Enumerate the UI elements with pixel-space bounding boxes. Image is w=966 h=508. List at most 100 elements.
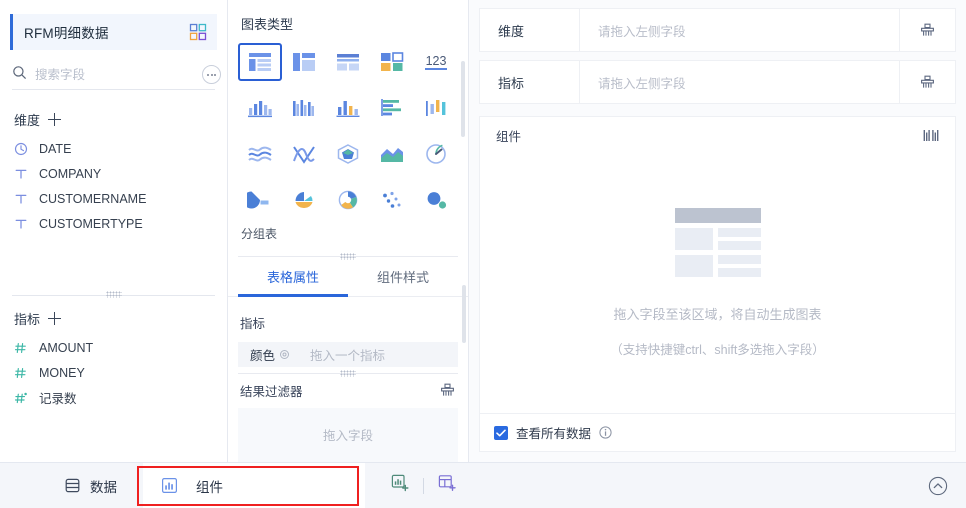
tab-component-style[interactable]: 组件样式	[348, 260, 458, 296]
date-field-icon	[14, 142, 28, 156]
list-item[interactable]: DATE	[0, 136, 227, 161]
add-dimension-icon[interactable]	[48, 112, 62, 126]
metric-shelf-clear-button[interactable]	[899, 61, 955, 103]
chart-type-radar-chart[interactable]	[326, 135, 370, 173]
metric-shelf-placeholder: 请拖入左侧字段	[598, 76, 686, 91]
field-label: DATE	[39, 141, 72, 156]
dataset-header[interactable]: RFM明细数据	[10, 14, 217, 50]
color-slot-row[interactable]: 颜色 拖入一个指标	[238, 341, 458, 368]
chart-type-bar-chart[interactable]	[370, 89, 414, 127]
empty-state-illustration	[674, 208, 761, 282]
drag-grip-icon[interactable]	[105, 291, 122, 298]
chart-bars-icon[interactable]	[923, 129, 939, 142]
list-item[interactable]: AMOUNT	[0, 335, 227, 360]
dimension-field-list: DATE COMPANY CUSTOMERNAME CUSTOMERTYPE	[0, 134, 227, 236]
list-item[interactable]: 记录数	[0, 385, 227, 410]
field-label: COMPANY	[39, 166, 102, 181]
add-component-icon	[438, 474, 456, 497]
multi-column-icon	[291, 97, 317, 119]
empty-state-primary-text: 拖入字段至该区域，将自动生成图表	[613, 307, 822, 322]
add-metric-icon[interactable]	[48, 311, 62, 325]
chevron-up-circle-icon	[928, 476, 948, 496]
text-field-icon	[14, 192, 28, 206]
config-panel-scrollbar[interactable]	[461, 285, 466, 343]
filter-splitter[interactable]	[238, 369, 458, 378]
text-field-icon	[14, 217, 28, 231]
chart-type-stacked-area[interactable]	[370, 135, 414, 173]
dimension-shelf-clear-button[interactable]	[899, 9, 955, 51]
number-123-icon: 123	[423, 51, 449, 73]
chart-type-grouped-table[interactable]	[238, 43, 282, 81]
color-slot-label: 颜色	[250, 348, 276, 363]
filter-drop-zone[interactable]: 拖入字段	[238, 407, 458, 463]
chart-type-area-wave[interactable]	[238, 135, 282, 173]
canvas-panel: 维度 请拖入左侧字段 指标 请拖入左侧字段 组件 拖入字段至该区域，将自动生成图…	[469, 0, 966, 462]
list-item[interactable]: CUSTOMERNAME	[0, 186, 227, 211]
chart-type-sunburst-chart[interactable]	[326, 181, 370, 219]
chart-type-detail-table[interactable]	[326, 43, 370, 81]
chart-type-grid: 123	[234, 33, 462, 219]
add-chart-button[interactable]	[387, 473, 413, 499]
field-label: AMOUNT	[39, 340, 94, 355]
metrics-label: 指标	[14, 311, 41, 327]
chart-type-card-table[interactable]	[370, 43, 414, 81]
color-slot-placeholder: 拖入一个指标	[310, 348, 386, 363]
empty-state-secondary-text: （支持快捷键ctrl、shift多选拖入字段）	[610, 343, 825, 357]
component-chart-icon	[161, 477, 178, 494]
chart-type-line-cross[interactable]	[282, 135, 326, 173]
bottom-tab-label: 组件	[196, 479, 223, 495]
chart-type-title: 图表类型	[241, 17, 294, 32]
add-chart-icon	[391, 474, 409, 497]
chart-type-kpi-number[interactable]: 123	[414, 43, 458, 81]
selected-chart-type-name: 分组表	[241, 227, 278, 241]
search-input[interactable]	[35, 67, 196, 82]
chart-type-cross-table[interactable]	[282, 43, 326, 81]
list-item[interactable]: MONEY	[0, 360, 227, 385]
metric-shelf-dropzone[interactable]: 请拖入左侧字段	[580, 61, 899, 103]
settings-gear-icon[interactable]	[279, 349, 290, 360]
chart-type-bubble-chart[interactable]	[414, 181, 458, 219]
dimension-shelf: 维度 请拖入左侧字段	[479, 8, 956, 52]
chart-grid-scrollbar[interactable]	[461, 61, 465, 137]
metric-shelf: 指标 请拖入左侧字段	[479, 60, 956, 104]
chart-config-panel: 图表类型 123 分组表 表格属性 组件样式 指标 颜色 拖入一个指标 结果过滤…	[228, 0, 469, 463]
chart-type-combo-column[interactable]	[326, 89, 370, 127]
chart-designer-app: RFM明细数据 搜索字段 维度 DATE COMPANY CUSTOMERNAM…	[0, 0, 966, 508]
chart-type-rose-chart[interactable]	[282, 181, 326, 219]
chart-type-scatter-chart[interactable]	[370, 181, 414, 219]
tab-table-properties[interactable]: 表格属性	[238, 260, 348, 297]
field-label: CUSTOMERNAME	[39, 191, 147, 206]
view-all-data-checkbox[interactable]	[494, 425, 508, 440]
chart-type-gauge-chart[interactable]	[414, 135, 458, 173]
tab-label: 组件样式	[376, 269, 429, 285]
canvas-empty-state[interactable]: 拖入字段至该区域，将自动生成图表 （支持快捷键ctrl、shift多选拖入字段）	[480, 153, 955, 413]
bottom-tab-label: 数据	[90, 479, 117, 495]
table-card-icon	[380, 51, 404, 73]
drag-grip-icon[interactable]	[340, 370, 356, 378]
chart-type-multi-column[interactable]	[282, 89, 326, 127]
gauge-chart-icon	[423, 143, 449, 165]
number-field-icon	[14, 341, 28, 355]
clear-broom-icon[interactable]	[439, 382, 456, 399]
list-item[interactable]: COMPANY	[0, 161, 227, 186]
tabs-splitter[interactable]	[238, 252, 458, 260]
metric-shelf-label: 指标	[480, 61, 580, 103]
chart-type-range-column[interactable]	[414, 89, 458, 127]
more-options-icon[interactable]	[202, 65, 221, 84]
field-search-row[interactable]	[12, 60, 221, 90]
rose-chart-icon	[291, 189, 317, 211]
bar-chart-icon	[379, 97, 405, 119]
chart-type-column-chart[interactable]	[238, 89, 282, 127]
dataset-switch-icon[interactable]	[189, 23, 207, 41]
info-circle-icon[interactable]	[599, 426, 612, 439]
bottom-tab-component[interactable]: 组件	[143, 463, 365, 508]
panel-splitter[interactable]	[12, 289, 215, 301]
bottom-tab-data[interactable]: 数据	[38, 463, 143, 508]
chart-type-pie-chart[interactable]	[238, 181, 282, 219]
dimensions-group-header: 维度	[0, 104, 227, 134]
dimension-shelf-dropzone[interactable]: 请拖入左侧字段	[580, 9, 899, 51]
collapse-panel-button[interactable]	[928, 476, 948, 496]
list-item[interactable]: CUSTOMERTYPE	[0, 211, 227, 236]
add-component-button[interactable]	[434, 473, 460, 499]
radar-chart-icon	[335, 143, 361, 165]
